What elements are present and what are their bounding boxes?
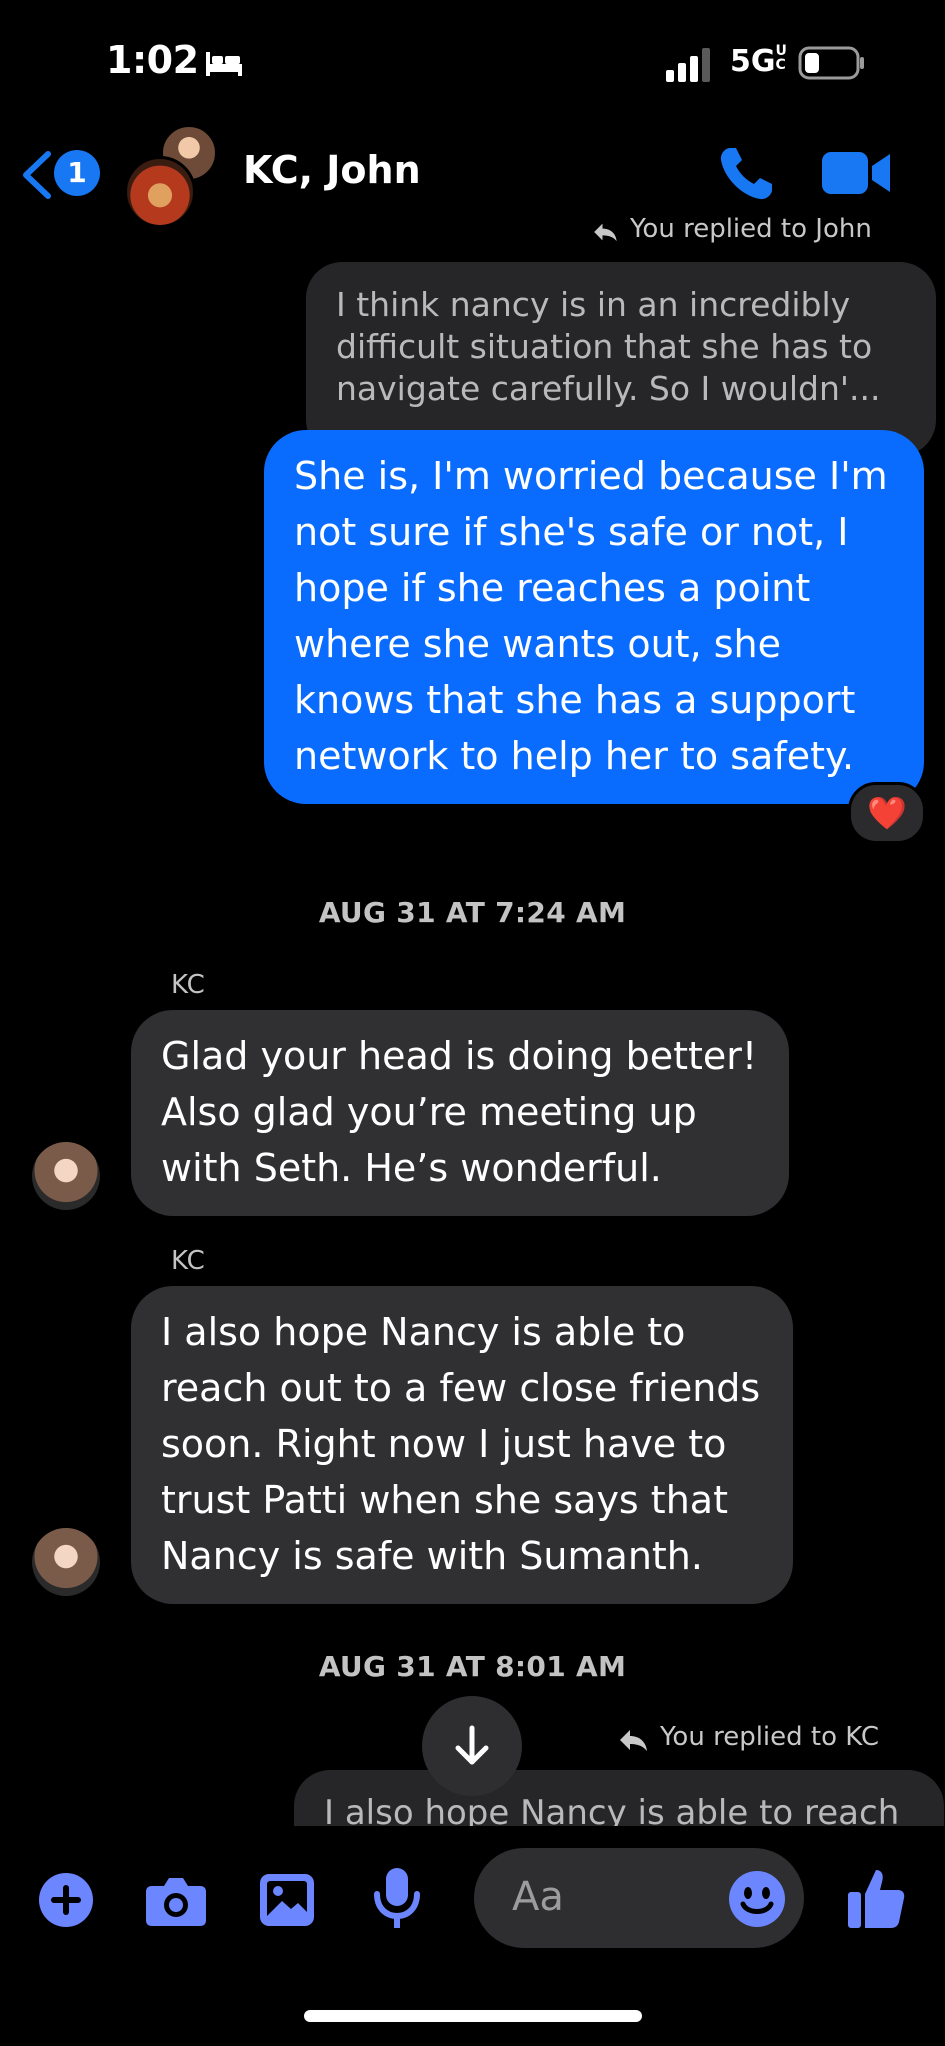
network-subtype: UC [775,43,787,73]
arrow-down-icon [455,1725,489,1765]
avatar [124,156,196,228]
incoming-message[interactable]: I also hope Nancy is able to reach out t… [131,1286,793,1604]
avatar[interactable] [32,1142,100,1210]
scroll-to-bottom-button[interactable] [422,1696,522,1796]
avatar[interactable] [32,1528,100,1596]
cellular-signal-icon [666,48,710,82]
microphone-icon[interactable] [372,1866,422,1932]
plus-circle-icon[interactable] [38,1872,94,1928]
reply-arrow-icon [620,1730,647,1751]
replied-to-label: You replied to KC [660,1722,880,1752]
chevron-left-icon [23,151,51,199]
phone-icon[interactable] [716,144,776,204]
incoming-message[interactable]: Glad your head is doing better! Also gla… [131,1010,789,1216]
sender-name: KC [171,1246,205,1276]
quoted-message[interactable]: I think nancy is in an incredibly diffic… [306,262,936,456]
message-input-placeholder: Aa [512,1874,564,1920]
timestamp: AUG 31 AT 8:01 AM [318,1650,627,1683]
emoji-icon[interactable] [728,1870,786,1928]
group-avatar[interactable] [124,124,224,228]
conversation-title[interactable]: KC, John [243,148,421,192]
gallery-icon[interactable] [258,1872,316,1928]
unread-count-badge: 1 [54,150,100,196]
reply-arrow-icon [594,223,617,242]
video-call-icon[interactable] [822,148,892,198]
sleep-focus-icon [206,52,242,76]
home-indicator [304,2010,642,2022]
camera-icon[interactable] [144,1874,208,1928]
thumbs-up-icon[interactable] [846,1866,906,1930]
battery-icon [798,46,864,80]
timestamp: AUG 31 AT 7:24 AM [318,896,627,929]
network-type: 5GUC [730,44,790,79]
sender-name: KC [171,970,205,1000]
status-time: 1:02 [106,38,199,82]
heart-reaction[interactable]: ❤️ [848,782,926,844]
replied-to-label: You replied to John [630,214,872,244]
outgoing-message[interactable]: She is, I'm worried because I'm not sure… [264,430,924,804]
